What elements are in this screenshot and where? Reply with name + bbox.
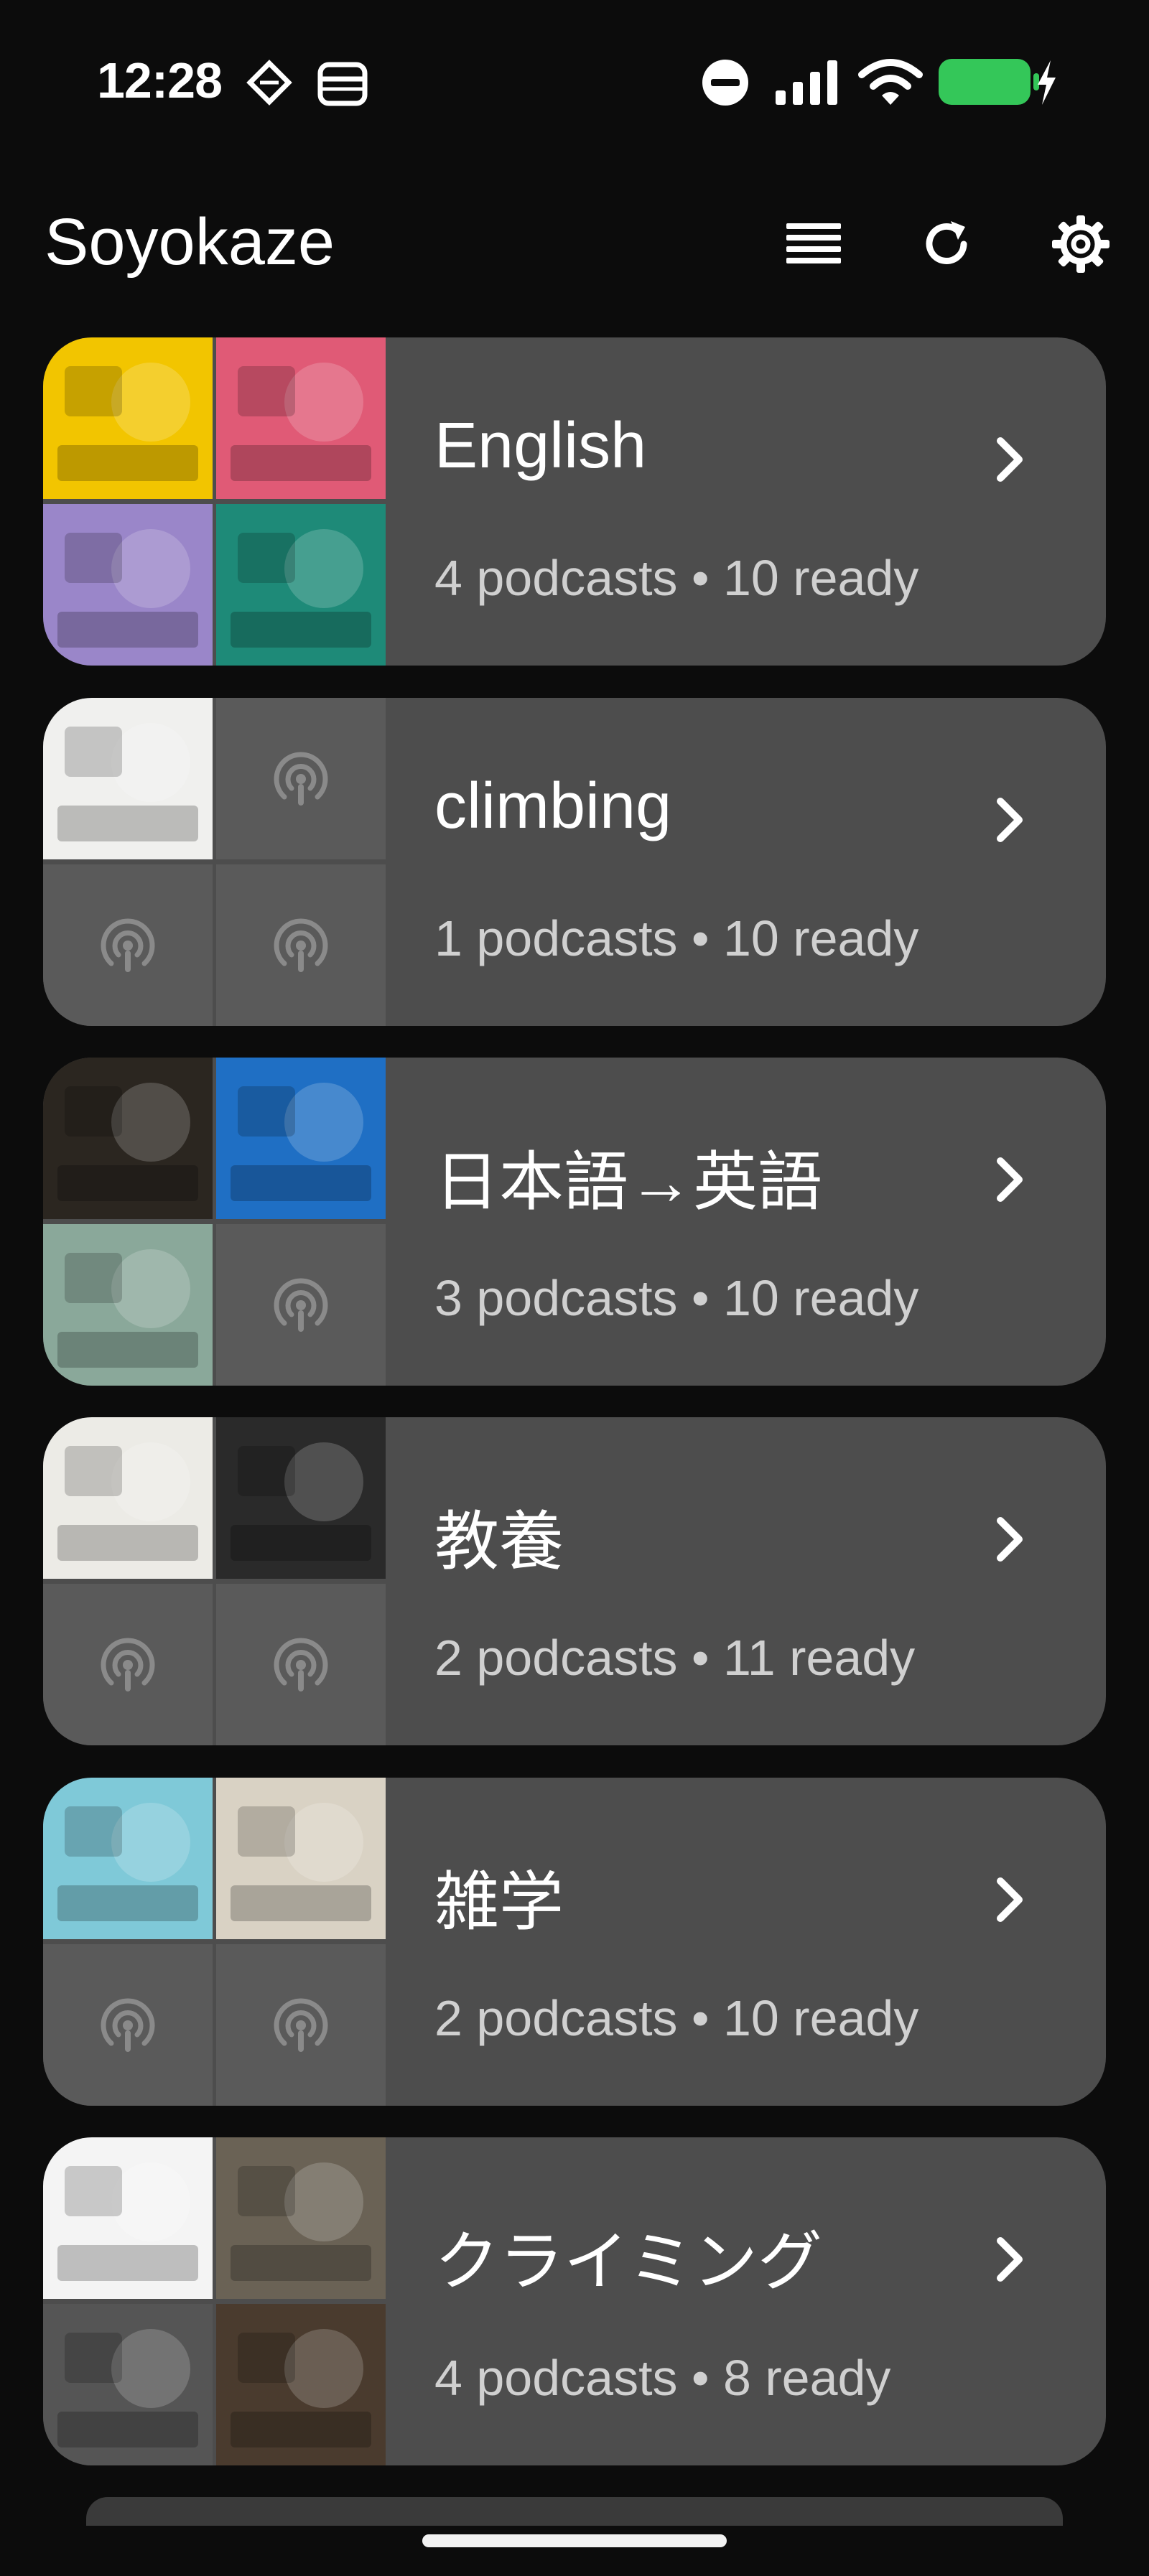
podcast-cover-art [43, 1224, 213, 1386]
folder-stats: 4 podcasts • 8 ready [434, 2350, 891, 2406]
do-not-disturb-icon [702, 60, 748, 106]
podcast-placeholder-icon [101, 1637, 155, 1691]
folder-stats: 2 podcasts • 10 ready [434, 1990, 919, 2046]
cover-art-graphic [231, 1083, 371, 1201]
podcast-placeholder-icon [101, 918, 155, 972]
cover-art-graphic [231, 363, 371, 481]
cover-art-graphic [57, 529, 198, 648]
podcast-placeholder-icon [101, 1997, 155, 2052]
folder-artwork-grid [43, 1417, 388, 1745]
cover-art-graphic [57, 2329, 198, 2447]
podcast-placeholder-icon [274, 1637, 328, 1691]
cover-art-graphic [57, 1442, 198, 1561]
cover-art-graphic [57, 1249, 198, 1368]
folder-card[interactable]: クライミング 4 podcasts • 8 ready [43, 2137, 1106, 2465]
podcast-cover-art [216, 1778, 386, 1939]
folder-artwork-grid [43, 2137, 388, 2465]
folder-stats: 4 podcasts • 10 ready [434, 550, 919, 606]
app-title: Soyokaze [45, 205, 335, 279]
chevron-right-icon [980, 1871, 1038, 1928]
cover-art-graphic [231, 1803, 371, 1921]
podcast-cover-art [43, 504, 213, 666]
folder-name: English [434, 410, 647, 482]
status-time: 12:28 [97, 52, 223, 108]
folder-artwork-grid [43, 1778, 388, 2106]
cover-art-graphic [231, 529, 371, 648]
folder-name: 雑学 [434, 1867, 564, 1938]
podcast-cover-art [216, 1417, 386, 1579]
refresh-icon [926, 221, 967, 264]
folder-card[interactable]: 雑学 2 podcasts • 10 ready [43, 1778, 1106, 2106]
folder-stats: 3 podcasts • 10 ready [434, 1270, 919, 1326]
podcast-cover-art [216, 2304, 386, 2465]
podcast-cover-art [216, 2137, 386, 2299]
folder-name: クライミング [434, 2226, 822, 2298]
podcast-placeholder-tile [216, 1224, 386, 1386]
podcast-cover-art [43, 1058, 213, 1219]
status-bar: 12:28 [0, 0, 1149, 158]
folder-stats: 2 podcasts • 11 ready [434, 1630, 916, 1686]
chevron-right-icon [980, 2231, 1038, 2288]
podcast-placeholder-icon [274, 1997, 328, 2052]
cover-art-graphic [57, 1803, 198, 1921]
chevron-right-icon [980, 1511, 1038, 1568]
cellular-signal-icon [776, 60, 837, 105]
podcast-placeholder-tile [216, 1944, 386, 2106]
podcast-cover-art [43, 698, 213, 859]
cover-art-graphic [231, 2329, 371, 2447]
cover-art-graphic [231, 1442, 371, 1561]
podcast-cover-art [43, 1778, 213, 1939]
battery-charging-icon [939, 59, 1056, 105]
refresh-button[interactable] [911, 208, 982, 280]
cover-art-graphic [57, 2162, 198, 2281]
podcast-cover-art [216, 504, 386, 666]
folder-stats: 1 podcasts • 10 ready [434, 910, 919, 966]
cover-art-graphic [57, 1083, 198, 1201]
cover-art-graphic [231, 2162, 371, 2281]
podcast-placeholder-tile [43, 1584, 213, 1745]
podcast-placeholder-tile [216, 864, 386, 1026]
podcast-placeholder-icon [274, 1277, 328, 1332]
podcast-cover-art [43, 2137, 213, 2299]
podcast-cover-art [43, 337, 213, 499]
next-card-peek [86, 2497, 1063, 2526]
list-view-button[interactable] [778, 208, 850, 280]
cover-art-graphic [57, 723, 198, 841]
home-indicator[interactable] [422, 2534, 727, 2547]
podcast-placeholder-tile [43, 864, 213, 1026]
podcast-placeholder-icon [274, 918, 328, 972]
folder-name: 教養 [434, 1506, 564, 1578]
podcast-placeholder-tile [43, 1944, 213, 2106]
chevron-right-icon [980, 791, 1038, 849]
list-icon [786, 223, 841, 263]
settings-button[interactable] [1045, 208, 1117, 280]
wallet-card-icon [317, 62, 368, 106]
folder-card[interactable]: 日本語→英語 3 podcasts • 10 ready [43, 1058, 1106, 1386]
folder-artwork-grid [43, 337, 388, 666]
folder-card[interactable]: climbing 1 podcasts • 10 ready [43, 698, 1106, 1026]
cover-art-graphic [57, 363, 198, 481]
folder-name: 日本語→英語 [434, 1147, 822, 1218]
settings-gear-icon [1052, 215, 1110, 273]
podcast-placeholder-icon [274, 751, 328, 806]
folder-card[interactable]: English 4 podcasts • 10 ready [43, 337, 1106, 666]
podcast-cover-art [216, 337, 386, 499]
podcast-cover-art [43, 2304, 213, 2465]
chevron-right-icon [980, 1151, 1038, 1208]
chevron-right-icon [980, 431, 1038, 488]
podcast-placeholder-tile [216, 1584, 386, 1745]
podcast-cover-art [43, 1417, 213, 1579]
folder-name: climbing [434, 770, 672, 842]
wifi-icon [858, 59, 923, 105]
podcast-cover-art [216, 1058, 386, 1219]
folder-card[interactable]: 教養 2 podcasts • 11 ready [43, 1417, 1106, 1745]
diamond-glyph-icon [246, 60, 292, 106]
podcast-placeholder-tile [216, 698, 386, 859]
folder-artwork-grid [43, 1058, 388, 1386]
folder-artwork-grid [43, 698, 388, 1026]
